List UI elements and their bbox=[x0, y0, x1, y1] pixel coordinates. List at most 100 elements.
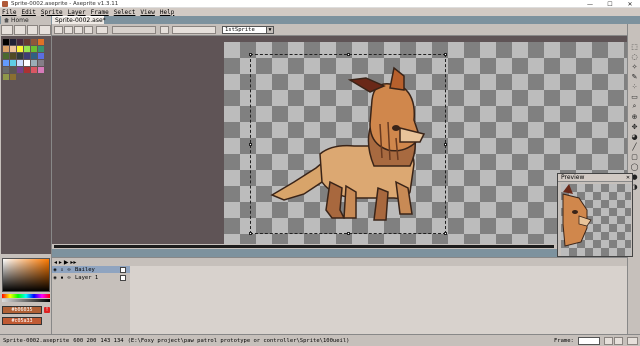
palette-swatch[interactable] bbox=[17, 53, 23, 59]
palette-swatch[interactable] bbox=[38, 53, 44, 59]
palette-edit-button[interactable] bbox=[1, 25, 13, 35]
palette-swatch[interactable] bbox=[17, 46, 23, 52]
line-icon[interactable]: ╱ bbox=[630, 142, 639, 151]
marquee-icon[interactable]: ⬚ bbox=[630, 42, 639, 51]
selection-mode-add-button[interactable] bbox=[64, 26, 73, 34]
menu-edit[interactable]: Edit bbox=[21, 9, 35, 16]
palette-swatch[interactable] bbox=[10, 74, 16, 80]
palette-options-button[interactable] bbox=[39, 25, 51, 35]
palette-swatch[interactable] bbox=[38, 60, 44, 66]
warning-icon[interactable]: ! bbox=[44, 307, 50, 313]
pencil-icon[interactable]: ✎ bbox=[630, 72, 639, 81]
continuous-icon[interactable]: ∞ bbox=[66, 267, 72, 273]
palette-swatch[interactable] bbox=[24, 53, 30, 59]
sprite-editor[interactable] bbox=[52, 36, 627, 244]
palette-swatch[interactable] bbox=[10, 60, 16, 66]
menu-help[interactable]: Help bbox=[160, 9, 174, 16]
lasso-icon[interactable]: ◌ bbox=[630, 52, 639, 61]
frame-number-input[interactable] bbox=[578, 337, 600, 345]
palette-swatch[interactable] bbox=[17, 60, 23, 66]
alpha-slider[interactable] bbox=[2, 299, 50, 302]
maximize-button[interactable]: ☐ bbox=[600, 0, 620, 8]
tab-sprite[interactable]: Sprite-0002.ase* bbox=[52, 16, 106, 24]
menu-select[interactable]: Select bbox=[114, 9, 136, 16]
palette-presets-button[interactable] bbox=[26, 25, 39, 35]
menu-view[interactable]: View bbox=[140, 9, 154, 16]
lock-icon[interactable]: ▫ bbox=[59, 267, 65, 273]
preview-window[interactable]: Preview ✕ bbox=[557, 173, 633, 257]
palette-swatch[interactable] bbox=[3, 46, 9, 52]
selection-handle[interactable] bbox=[347, 53, 350, 56]
palette-swatch[interactable] bbox=[24, 46, 30, 52]
menu-file[interactable]: File bbox=[2, 9, 16, 16]
palette-swatch[interactable] bbox=[3, 60, 9, 66]
zoom-out-button[interactable] bbox=[604, 337, 613, 345]
eye-icon[interactable]: ◉ bbox=[52, 275, 58, 281]
minimize-button[interactable]: — bbox=[580, 0, 600, 8]
palette-swatch[interactable] bbox=[24, 67, 30, 73]
foreground-color-button[interactable]: #b06035 bbox=[2, 306, 42, 314]
selection-mode-subtract-button[interactable] bbox=[74, 26, 83, 34]
rect-icon[interactable]: ▢ bbox=[630, 152, 639, 161]
lock-icon[interactable]: ▪ bbox=[59, 275, 65, 281]
selection-mode-intersect-button[interactable] bbox=[84, 26, 93, 34]
palette-swatch[interactable] bbox=[3, 53, 9, 59]
spray-icon[interactable]: ⁘ bbox=[630, 82, 639, 91]
palette-swatch[interactable] bbox=[3, 39, 9, 45]
palette-swatch[interactable] bbox=[31, 39, 37, 45]
timeline-frames[interactable] bbox=[130, 266, 627, 335]
selection-handle[interactable] bbox=[347, 232, 350, 235]
transparent-color-button[interactable] bbox=[96, 26, 108, 34]
zoom-icon[interactable]: ⊕ bbox=[630, 112, 639, 121]
menu-layer[interactable]: Layer bbox=[68, 9, 86, 16]
horizontal-scrollbar[interactable] bbox=[52, 244, 627, 249]
palette-swatch[interactable] bbox=[38, 46, 44, 52]
palette-swatch[interactable] bbox=[24, 39, 30, 45]
palette-swatch[interactable] bbox=[17, 39, 23, 45]
zoom-in-button[interactable] bbox=[614, 337, 623, 345]
menu-frame[interactable]: Frame bbox=[91, 9, 109, 16]
cel-bailey-frame1[interactable] bbox=[120, 267, 126, 273]
hue-slider[interactable] bbox=[2, 294, 50, 298]
rotation-algorithm-button[interactable] bbox=[160, 26, 169, 34]
palette-swatch[interactable] bbox=[31, 46, 37, 52]
selection-handle[interactable] bbox=[444, 143, 447, 146]
auto-select-dropdown[interactable]: 1stSprite ▼ bbox=[222, 26, 274, 34]
palette-swatch[interactable] bbox=[10, 46, 16, 52]
wand-icon[interactable]: ✧ bbox=[630, 62, 639, 71]
eraser-icon[interactable]: ▭ bbox=[630, 92, 639, 101]
color-spectrum[interactable] bbox=[2, 258, 50, 292]
cel-layer1-frame1[interactable] bbox=[120, 275, 126, 281]
selection-mode-replace-button[interactable] bbox=[54, 26, 63, 34]
selection-handle[interactable] bbox=[444, 53, 447, 56]
move-icon[interactable]: ✥ bbox=[630, 122, 639, 131]
ellipse-icon[interactable]: ◯ bbox=[630, 162, 639, 171]
selection-handle[interactable] bbox=[249, 232, 252, 235]
zoom-level-button[interactable] bbox=[627, 337, 638, 345]
menu-sprite[interactable]: Sprite bbox=[41, 9, 63, 16]
palette-swatch[interactable] bbox=[10, 53, 16, 59]
selection-handle[interactable] bbox=[444, 232, 447, 235]
selection-handle[interactable] bbox=[249, 143, 252, 146]
palette-sort-button[interactable] bbox=[13, 25, 26, 35]
play-controls[interactable]: ◂ ▸ ▶ ▸▸ bbox=[54, 259, 76, 266]
palette-swatch[interactable] bbox=[31, 67, 37, 73]
selection-marquee[interactable] bbox=[249, 53, 447, 235]
palette-swatch[interactable] bbox=[10, 39, 16, 45]
palette-swatch[interactable] bbox=[3, 67, 9, 73]
palette-swatch[interactable] bbox=[38, 39, 44, 45]
close-window-button[interactable]: ✕ bbox=[620, 0, 640, 8]
continuous-icon[interactable]: ∞ bbox=[66, 275, 72, 281]
palette-swatch[interactable] bbox=[38, 67, 44, 73]
palette-swatch[interactable] bbox=[31, 53, 37, 59]
palette-swatch[interactable] bbox=[10, 67, 16, 73]
auto-select-layer-toggle[interactable] bbox=[172, 26, 216, 34]
eye-icon[interactable]: ◉ bbox=[52, 267, 58, 273]
palette-swatch[interactable] bbox=[17, 67, 23, 73]
layer-row-bailey[interactable]: ◉ ▫ ∞ Bailey bbox=[52, 266, 130, 273]
palette-swatch[interactable] bbox=[31, 60, 37, 66]
pivot-selector[interactable] bbox=[112, 26, 156, 34]
close-icon[interactable]: ✕ bbox=[625, 175, 631, 181]
eyedropper-icon[interactable]: ⌕ bbox=[630, 102, 639, 111]
palette-swatch[interactable] bbox=[24, 60, 30, 66]
